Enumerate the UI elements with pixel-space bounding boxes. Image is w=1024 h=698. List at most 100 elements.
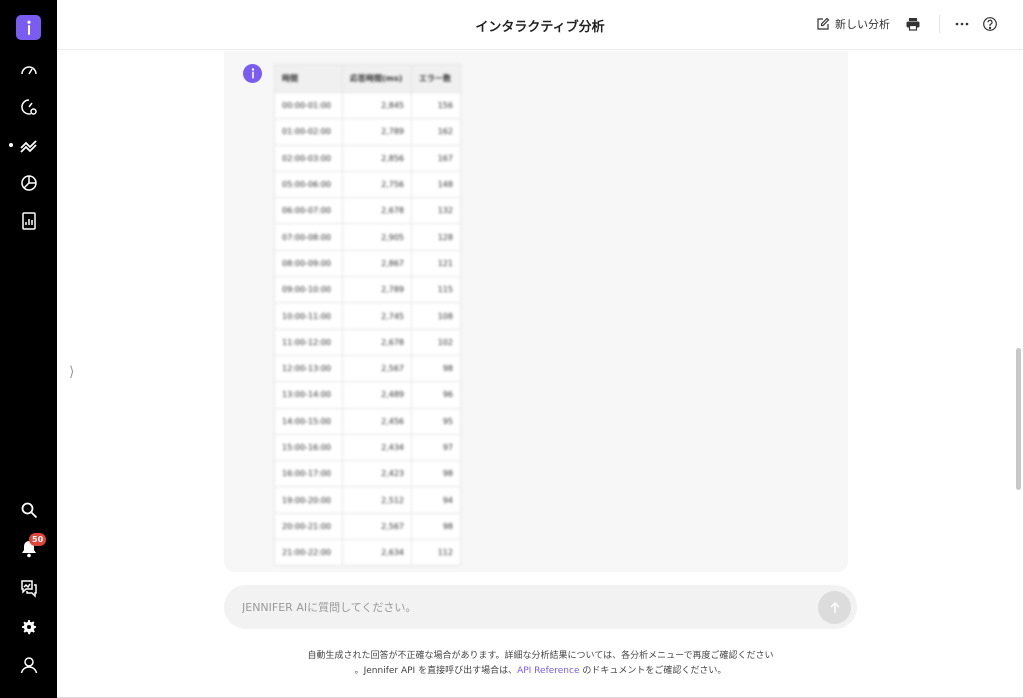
report-icon[interactable] (17, 209, 41, 233)
jennifer-ai-icon (251, 68, 254, 79)
cell-error-count: 162 (411, 118, 461, 146)
cell-time: 06:00-07:00 (274, 197, 343, 225)
cell-response-time: 2,678 (342, 197, 412, 225)
cell-time: 21:00-22:00 (274, 539, 343, 567)
cell-time: 13:00-14:00 (274, 381, 343, 409)
disclaimer-footer: 自動生成された回答が不正確な場合があります。詳細な分析結果については、各分析メニ… (224, 649, 857, 679)
table-row: 12:00-13:00 2,567 98 (274, 354, 461, 383)
send-button[interactable] (818, 591, 851, 624)
table-row: 20:00-21:00 2,567 98 (274, 512, 461, 541)
cell-response-time: 2,845 (342, 91, 412, 120)
table-row: 10:00-11:00 2,745 108 (274, 302, 461, 330)
cell-error-count: 102 (411, 328, 461, 356)
jennifer-logo[interactable] (16, 15, 41, 40)
pie-chart-icon[interactable] (17, 171, 41, 195)
help-icon[interactable] (980, 14, 1000, 34)
cell-time: 00:00-01:00 (274, 91, 343, 120)
column-header-error-count: エラー数 (411, 64, 461, 93)
cell-error-count: 128 (411, 223, 461, 251)
cell-time: 02:00-03:00 (274, 144, 343, 172)
table-row: 09:00-10:00 2,789 115 (274, 276, 461, 304)
cell-error-count: 98 (411, 512, 461, 541)
cell-response-time: 2,789 (342, 276, 412, 304)
table-row: 07:00-08:00 2,905 128 (274, 223, 461, 251)
cell-error-count: 94 (411, 486, 461, 514)
table-row: 14:00-15:00 2,456 95 (274, 407, 461, 435)
settings-gear-icon[interactable] (17, 615, 41, 639)
table-body: 00:00-01:00 2,845 156 01:00-02:00 2,789 162 02… (274, 91, 461, 567)
cell-time: 05:00-06:00 (274, 170, 343, 199)
sidebar: 50 (0, 0, 57, 698)
cell-response-time: 2,434 (342, 433, 412, 462)
table-row: 00:00-01:00 2,845 156 (274, 91, 461, 120)
active-indicator (9, 143, 13, 147)
dashboard-gauge-icon[interactable] (17, 58, 41, 82)
user-profile-icon[interactable] (17, 653, 41, 677)
cell-response-time: 2,678 (342, 328, 412, 356)
table-header-row: 時間 応答時間(ms) エラー数 (274, 64, 461, 93)
edit-icon (817, 17, 830, 30)
cell-response-time: 2,634 (342, 539, 412, 567)
cell-time: 09:00-10:00 (274, 276, 343, 304)
table-row: 11:00-12:00 2,678 102 (274, 328, 461, 356)
table-row: 15:00-16:00 2,434 97 (274, 433, 461, 462)
cell-error-count: 156 (411, 91, 461, 120)
table-row: 06:00-07:00 2,678 132 (274, 197, 461, 225)
table-row: 13:00-14:00 2,489 96 (274, 381, 461, 409)
cell-response-time: 2,905 (342, 223, 412, 251)
cell-error-count: 112 (411, 539, 461, 567)
cell-error-count: 108 (411, 302, 461, 330)
arrow-up-icon (829, 601, 840, 613)
cell-response-time: 2,512 (342, 486, 412, 514)
cell-response-time: 2,867 (342, 249, 412, 278)
cell-response-time: 2,567 (342, 512, 412, 541)
table-row: 21:00-22:00 2,634 112 (274, 539, 461, 567)
cell-error-count: 97 (411, 433, 461, 462)
result-table: 時間 応答時間(ms) エラー数 00:00-01:00 2,845 156 01:0… (274, 64, 461, 567)
cell-response-time: 2,756 (342, 170, 412, 199)
table-row: 16:00-17:00 2,423 98 (274, 460, 461, 488)
cell-error-count: 115 (411, 276, 461, 304)
scrollbar-thumb[interactable] (1016, 348, 1021, 490)
cell-time: 15:00-16:00 (274, 433, 343, 462)
api-reference-link[interactable]: API Reference (517, 666, 579, 676)
disclaimer-line-1: 自動生成された回答が不正確な場合があります。詳細な分析結果については、各分析メニ… (307, 651, 774, 661)
notification-count-badge: 50 (29, 533, 47, 546)
cell-error-count: 148 (411, 170, 461, 199)
cell-error-count: 95 (411, 407, 461, 435)
cell-response-time: 2,423 (342, 460, 412, 488)
column-header-time: 時間 (274, 64, 343, 93)
table-row: 02:00-03:00 2,856 167 (274, 144, 461, 172)
cell-time: 14:00-15:00 (274, 407, 343, 435)
cell-response-time: 2,789 (342, 118, 412, 146)
cell-time: 07:00-08:00 (274, 223, 343, 251)
cell-time: 16:00-17:00 (274, 460, 343, 488)
monitoring-settings-icon[interactable] (17, 95, 41, 119)
disclaimer-line-2-prefix: 。Jennifer API を直接呼び出す場合は、 (354, 666, 518, 676)
cell-response-time: 2,567 (342, 354, 412, 383)
chat-input-box (224, 585, 857, 629)
result-table-wrapper: 時間 応答時間(ms) エラー数 00:00-01:00 2,845 156 01:0… (274, 64, 461, 567)
cell-error-count: 98 (411, 354, 461, 383)
column-header-response-time: 応答時間(ms) (342, 64, 412, 93)
cell-error-count: 132 (411, 197, 461, 225)
cell-time: 11:00-12:00 (274, 328, 343, 356)
cell-error-count: 121 (411, 249, 461, 278)
jennifer-logo-icon (26, 20, 31, 35)
cell-response-time: 2,745 (342, 302, 412, 330)
cell-time: 19:00-20:00 (274, 486, 343, 514)
ai-avatar (243, 64, 262, 83)
question-input[interactable] (242, 585, 802, 629)
panel-expand-handle[interactable]: ⟩ (69, 364, 74, 380)
interactive-analysis-icon[interactable] (17, 133, 41, 157)
search-icon[interactable] (17, 498, 41, 522)
more-options-icon[interactable] (952, 14, 972, 34)
cell-response-time: 2,489 (342, 381, 412, 409)
new-analysis-button[interactable]: 新しい分析 (816, 16, 890, 32)
cell-error-count: 98 (411, 460, 461, 488)
print-icon[interactable] (903, 14, 923, 34)
header-divider (939, 15, 940, 33)
table-row: 01:00-02:00 2,789 162 (274, 118, 461, 146)
chat-feedback-icon[interactable] (17, 576, 41, 600)
cell-time: 12:00-13:00 (274, 354, 343, 383)
